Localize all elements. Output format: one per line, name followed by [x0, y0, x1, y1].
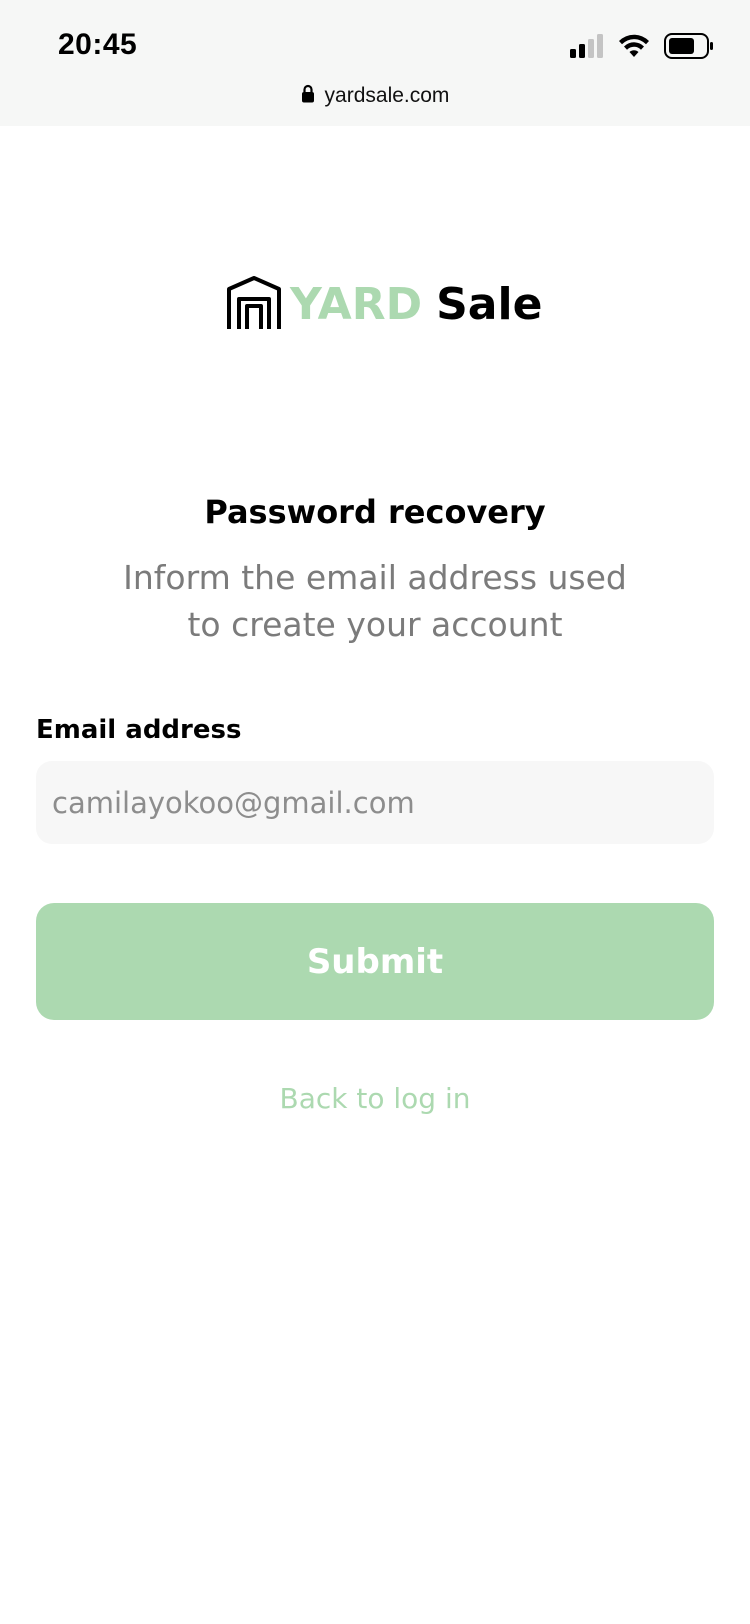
back-to-login-link[interactable]: Back to log in	[0, 1079, 750, 1119]
status-icons	[570, 32, 714, 64]
url-bar[interactable]: yardsale.com	[0, 80, 750, 112]
logo-sale-text: Sale	[436, 279, 543, 330]
email-field[interactable]	[36, 761, 714, 844]
logo-yard-text: YARD	[290, 279, 423, 330]
subtitle-line-2: to create your account	[187, 605, 563, 644]
signal-icon	[570, 33, 604, 63]
browser-bar: 20:45 yardsale.com	[0, 0, 750, 126]
status-time: 20:45	[58, 28, 138, 61]
lock-icon	[301, 84, 315, 108]
submit-button[interactable]: Submit	[36, 903, 714, 1020]
battery-icon	[664, 32, 714, 64]
app-logo: YARD Sale	[226, 275, 543, 336]
subtitle-line-1: Inform the email address used	[123, 558, 627, 597]
page-subtitle: Inform the email address used to create …	[0, 554, 750, 648]
wifi-icon	[618, 34, 650, 63]
page-title: Password recovery	[204, 493, 546, 531]
house-icon	[226, 275, 282, 336]
url-text: yardsale.com	[324, 84, 450, 107]
email-label: Email address	[36, 715, 242, 745]
